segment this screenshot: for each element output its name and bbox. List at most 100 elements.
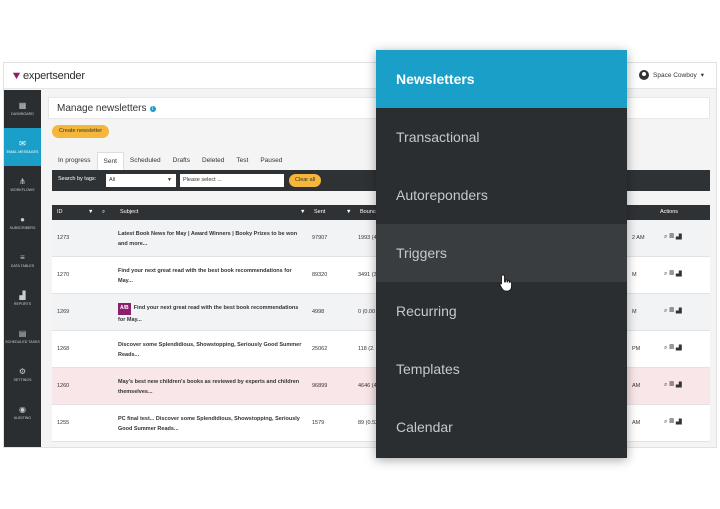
- row-time: AM: [632, 420, 641, 426]
- avatar: [639, 70, 649, 80]
- row-sent: 1579: [312, 420, 325, 426]
- table-icon[interactable]: ▤: [669, 271, 676, 277]
- row-subject[interactable]: May's best new children's books as revie…: [118, 377, 306, 398]
- row-time: AM: [632, 383, 641, 389]
- chart-icon[interactable]: ▟: [676, 271, 684, 277]
- row-sent: 89320: [312, 272, 328, 278]
- menu-item-transactional[interactable]: Transactional: [376, 108, 627, 166]
- filter-icon[interactable]: ▼: [300, 209, 305, 215]
- chart-icon[interactable]: ▟: [676, 308, 684, 314]
- row-subject[interactable]: Discover some Splendidious, Showstopping…: [118, 340, 306, 361]
- ab-test-badge: A/B: [118, 303, 131, 315]
- menu-item-newsletters[interactable]: Newsletters: [376, 50, 627, 108]
- chart-icon: ▟: [19, 290, 26, 300]
- menu-item-templates[interactable]: Templates: [376, 340, 627, 398]
- row-sent: 96899: [312, 383, 328, 389]
- info-icon[interactable]: i: [149, 106, 156, 112]
- database-icon: ≡: [20, 252, 25, 262]
- sidebar-item-reports[interactable]: ▟ REPORTS: [4, 280, 41, 318]
- menu-item-calendar[interactable]: Calendar: [376, 398, 627, 456]
- row-time: 2 AM: [632, 235, 645, 241]
- tab-sent[interactable]: Sent: [96, 152, 124, 170]
- table-icon[interactable]: ▤: [669, 234, 676, 240]
- column-header-sent[interactable]: Sent: [314, 209, 325, 215]
- tab-scheduled[interactable]: Scheduled: [124, 152, 167, 170]
- row-subject[interactable]: PC final test... Discover some Splendidi…: [118, 414, 306, 435]
- sidebar-item-workflows[interactable]: ⋔ WORKFLOWS: [4, 166, 41, 204]
- row-actions: ⌕▤▟: [664, 308, 684, 315]
- eye-icon: ◉: [19, 404, 26, 414]
- row-id: 1260: [57, 383, 70, 389]
- row-subject[interactable]: Find your next great read with the best …: [118, 266, 306, 287]
- user-name: Space Cowboy: [653, 71, 697, 79]
- sidebar-item-label: WORKFLOWS: [10, 187, 35, 192]
- row-sent: 97907: [312, 235, 328, 241]
- tags-select[interactable]: All ▼: [106, 174, 176, 187]
- hand-cursor-icon: [499, 274, 512, 292]
- sidebar-item-subscribers[interactable]: ● SUBSCRIBERS: [4, 204, 41, 242]
- sidebar-item-settings[interactable]: ⚙ SETTINGS: [4, 356, 41, 394]
- row-actions: ⌕▤▟: [664, 345, 684, 352]
- row-id: 1273: [57, 235, 70, 241]
- sidebar-item-label: AUDITING: [13, 415, 32, 420]
- column-header-id[interactable]: ID: [57, 209, 63, 215]
- chart-icon[interactable]: ▟: [676, 382, 684, 388]
- chart-icon[interactable]: ▟: [676, 345, 684, 351]
- sidebar-item-label: EMAIL MESSAGES: [6, 149, 39, 154]
- logo[interactable]: expertsender: [12, 70, 85, 82]
- chevron-down-icon: ▼: [167, 177, 172, 183]
- column-header-actions: Actions: [660, 209, 679, 215]
- row-time: M: [632, 309, 637, 315]
- row-actions: ⌕▤▟: [664, 419, 684, 426]
- chart-icon[interactable]: ▟: [676, 419, 684, 425]
- row-id: 1268: [57, 346, 70, 352]
- tags-input[interactable]: Please select ...: [180, 174, 284, 187]
- sidebar-item-dashboard[interactable]: ▦ DASHBOARD: [4, 90, 41, 128]
- table-icon[interactable]: ▤: [669, 308, 676, 314]
- tab-paused[interactable]: Paused: [254, 152, 288, 170]
- sidebar-item-email-messages[interactable]: ✉ EMAIL MESSAGES: [4, 128, 41, 166]
- row-id: 1270: [57, 272, 70, 278]
- column-header-subject[interactable]: Subject: [120, 209, 138, 215]
- row-subject[interactable]: A/B Find your next great read with the be…: [118, 303, 306, 325]
- tab-deleted[interactable]: Deleted: [196, 152, 230, 170]
- page-title: Manage newsletters i: [57, 103, 156, 114]
- row-bounces: 0 (0.00: [358, 309, 376, 315]
- filter-icon[interactable]: ▼: [346, 209, 351, 215]
- row-subject-text: Find your next great read with the best …: [118, 305, 299, 323]
- chart-icon[interactable]: ▟: [676, 234, 684, 240]
- row-actions: ⌕▤▟: [664, 234, 684, 241]
- row-id: 1269: [57, 309, 70, 315]
- sidebar-item-scheduled-tasks[interactable]: ▤ SCHEDULED TASKS: [4, 318, 41, 356]
- sidebar-item-auditing[interactable]: ◉ AUDITING: [4, 394, 41, 432]
- user-menu[interactable]: Space Cowboy ▾: [639, 70, 704, 80]
- row-subject[interactable]: Latest Book News for May | Award Winners…: [118, 229, 306, 250]
- sidebar-item-data-tables[interactable]: ≡ DATA TABLES: [4, 242, 41, 280]
- sidebar-item-label: REPORTS: [13, 301, 32, 306]
- table-icon[interactable]: ▤: [669, 345, 676, 351]
- row-actions: ⌕▤▟: [664, 382, 684, 389]
- sidebar-item-label: DATA TABLES: [10, 263, 35, 268]
- tab-drafts[interactable]: Drafts: [167, 152, 196, 170]
- filter-icon[interactable]: ▼: [88, 209, 93, 215]
- table-icon[interactable]: ▤: [669, 419, 676, 425]
- menu-item-autoreponders[interactable]: Autoreponders: [376, 166, 627, 224]
- gear-icon: ⚙: [18, 366, 27, 376]
- row-actions: ⌕▤▟: [664, 271, 684, 278]
- row-time: PM: [632, 346, 641, 352]
- tags-filter-label: Search by tags:: [58, 176, 97, 182]
- sidebar-item-label: DASHBOARD: [11, 111, 34, 116]
- sidebar-item-label: SETTINGS: [13, 377, 32, 382]
- tab-in-progress[interactable]: In progress: [52, 152, 97, 170]
- sidebar: ▦ DASHBOARD ✉ EMAIL MESSAGES ⋔ WORKFLOWS ● S…: [4, 90, 41, 447]
- tab-test[interactable]: Test: [230, 152, 254, 170]
- table-icon[interactable]: ▤: [669, 382, 676, 388]
- user-icon: ●: [20, 214, 25, 224]
- clear-all-button[interactable]: Clear all: [289, 174, 322, 187]
- logo-mark-icon: [12, 72, 21, 80]
- tab-bar: In progress Sent Scheduled Drafts Delete…: [52, 152, 288, 170]
- row-time: M: [632, 272, 637, 278]
- create-newsletter-button[interactable]: Create newsletter: [52, 125, 110, 138]
- chevron-down-icon: ▾: [700, 72, 704, 79]
- workflow-icon: ⋔: [19, 176, 26, 186]
